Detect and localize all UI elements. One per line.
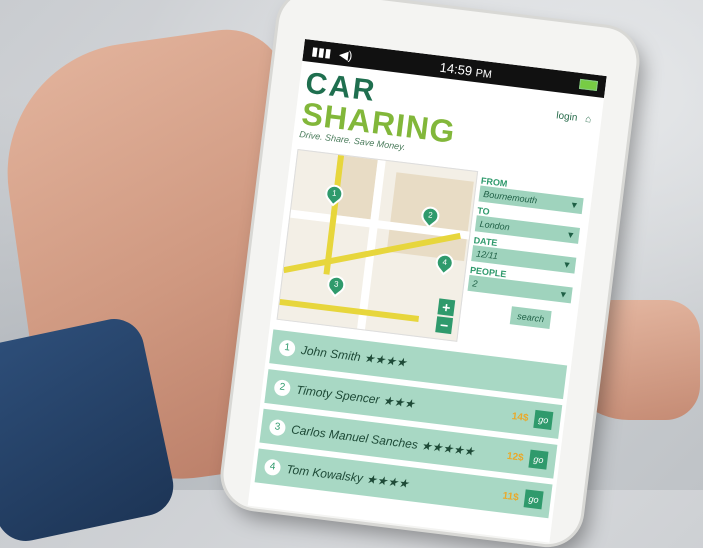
search-button[interactable]: search	[509, 306, 552, 330]
result-number: 3	[268, 418, 287, 437]
phone-screen: ▮▮▮ ◀) 14:59 PM CAR SHARING Drive. Share…	[247, 39, 607, 543]
price: 14$	[511, 410, 530, 424]
signal-icon: ▮▮▮	[310, 44, 333, 61]
smartphone: ▮▮▮ ◀) 14:59 PM CAR SHARING Drive. Share…	[219, 0, 641, 548]
rating-stars: ★★★★★	[420, 438, 476, 459]
chevron-down-icon: ▼	[558, 288, 569, 300]
result-number: 1	[278, 339, 297, 358]
volume-icon: ◀)	[338, 47, 354, 63]
map-pin[interactable]: 3	[323, 272, 349, 298]
chevron-down-icon: ▼	[561, 259, 573, 271]
price: 12$	[506, 450, 525, 464]
search-form: FROM Bournemouth ▼ TO London ▼ DATE 12/11 ▼…	[464, 172, 585, 332]
home-icon[interactable]: ⌂	[585, 114, 592, 126]
result-number: 2	[273, 378, 292, 397]
map-view[interactable]: 1 2 3 4 + −	[276, 148, 479, 342]
chevron-down-icon: ▼	[565, 229, 576, 241]
app-logo: CAR SHARING Drive. Share. Save Money.	[299, 67, 461, 158]
go-button[interactable]: go	[528, 449, 549, 470]
rating-stars: ★★★★	[365, 471, 410, 491]
route-line	[279, 298, 420, 322]
results-list: 1 John Smith ★★★★ 2 Timoty Spencer ★★★ 1…	[250, 329, 571, 525]
result-number: 4	[263, 458, 282, 477]
battery-icon	[578, 78, 599, 92]
go-button[interactable]: go	[533, 409, 554, 430]
login-link[interactable]: login	[556, 110, 578, 123]
zoom-in-button[interactable]: +	[437, 298, 456, 317]
driver-name: Carlos Manuel Sanches	[290, 422, 419, 452]
status-time: 14:59 PM	[439, 59, 493, 81]
rating-stars: ★★★	[381, 393, 416, 412]
chevron-down-icon: ▼	[569, 199, 580, 211]
go-button[interactable]: go	[523, 489, 544, 510]
zoom-out-button[interactable]: −	[435, 316, 454, 335]
driver-name: John Smith	[300, 342, 362, 365]
rating-stars: ★★★★	[363, 350, 408, 370]
header-actions: login ⌂	[556, 110, 592, 125]
price: 11$	[501, 490, 520, 503]
driver-name: Tom Kowalsky	[285, 462, 364, 486]
driver-name: Timoty Spencer	[295, 382, 381, 407]
